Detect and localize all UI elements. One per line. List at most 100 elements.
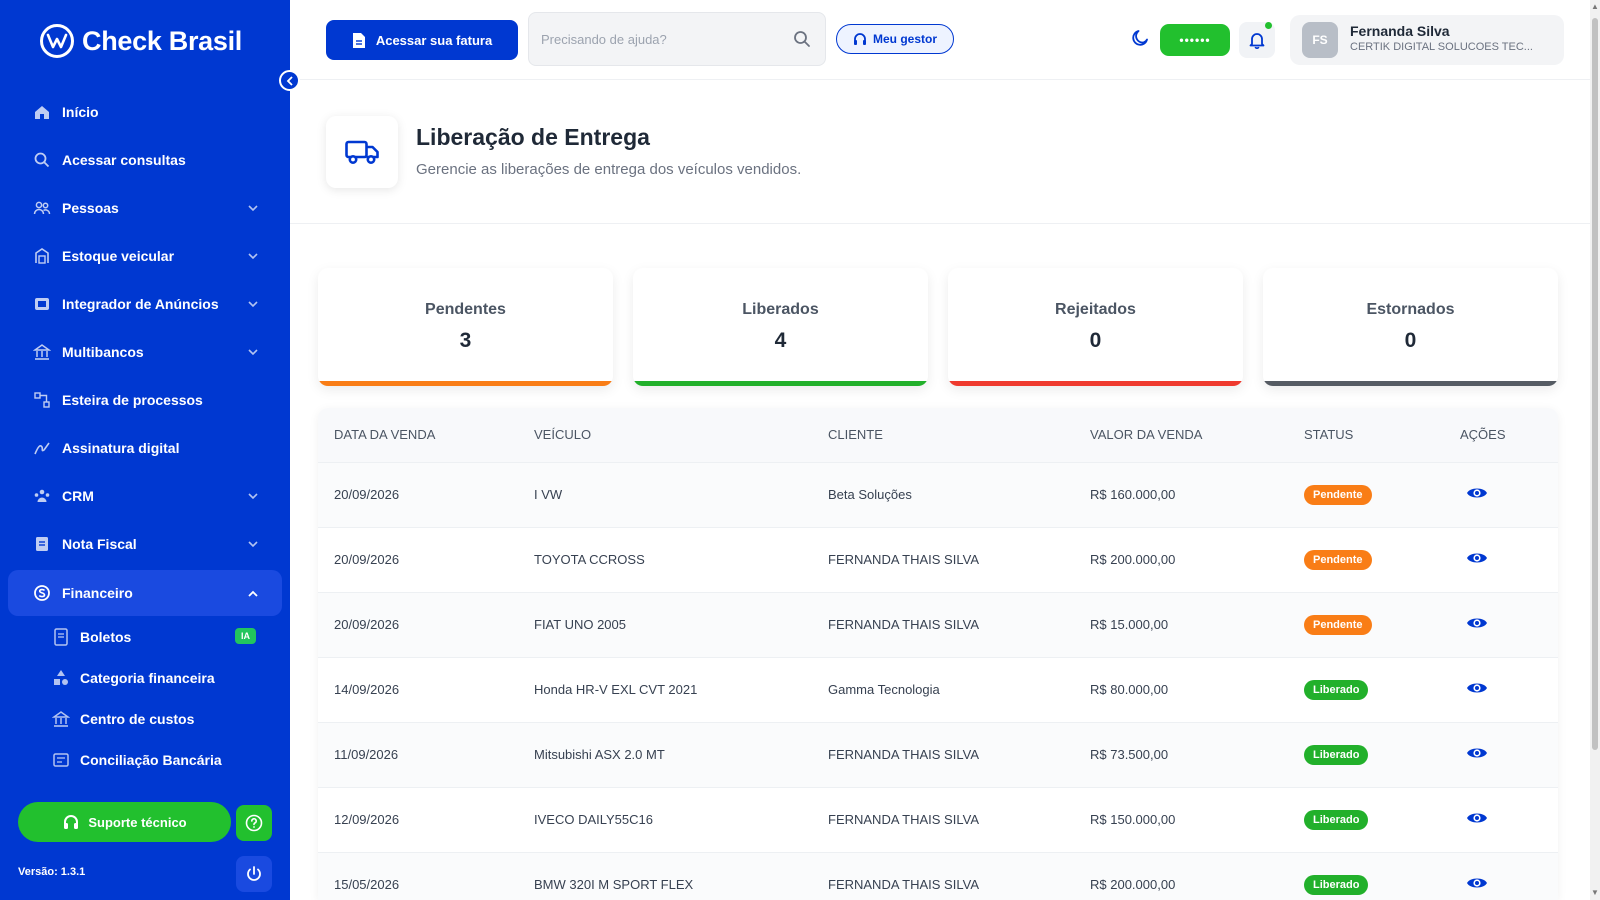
sidebar-item-nota-fiscal[interactable]: Nota Fiscal xyxy=(8,520,282,568)
sidebar-item-multibancos[interactable]: Multibancos xyxy=(8,328,282,376)
sidebar-item-esteira-de-processos[interactable]: Esteira de processos xyxy=(8,376,282,424)
sidebar-item-inicio[interactable]: Início xyxy=(8,88,282,136)
view-eye-icon[interactable] xyxy=(1466,745,1488,761)
sale-value-cell: R$ 160.000,00 xyxy=(1074,461,1288,527)
sidebar-item-crm[interactable]: CRM xyxy=(8,472,282,520)
sidebar-item-label: Nota Fiscal xyxy=(62,536,137,552)
chevron-down-icon[interactable] xyxy=(246,345,260,362)
chevron-down-icon[interactable] xyxy=(246,297,260,314)
access-invoice-label: Acessar sua fatura xyxy=(375,32,493,48)
view-eye-icon[interactable] xyxy=(1466,680,1488,696)
sale-value-cell: R$ 73.500,00 xyxy=(1074,721,1288,787)
logout-button[interactable] xyxy=(236,856,272,892)
sidebar-subitem-boletos[interactable]: Boletos IA xyxy=(52,616,282,657)
sidebar-item-label: Multibancos xyxy=(62,344,144,360)
scroll-down-arrow-icon[interactable]: ▼ xyxy=(1591,888,1599,897)
receipt-icon xyxy=(52,627,70,646)
brand[interactable]: Check Brasil xyxy=(40,24,242,58)
stat-card-estornados[interactable]: Estornados 0 xyxy=(1263,268,1558,386)
sidebar-item-assinatura-digital[interactable]: Assinatura digital xyxy=(8,424,282,472)
invoice-icon xyxy=(32,534,52,554)
access-invoice-button[interactable]: Acessar sua fatura xyxy=(326,20,518,60)
sidebar-collapse-button[interactable] xyxy=(279,70,300,91)
stat-value: 3 xyxy=(459,329,472,352)
support-label: Suporte técnico xyxy=(88,814,187,830)
search-icon xyxy=(32,150,52,170)
stat-value: 0 xyxy=(1089,329,1102,352)
user-menu[interactable]: FS Fernanda Silva CERTIK DIGITAL SOLUCOE… xyxy=(1290,15,1564,65)
scroll-up-arrow-icon[interactable]: ▲ xyxy=(1591,2,1599,11)
status-summary: Pendentes 3 Liberados 4 Rejeitados 0 Estornado… xyxy=(318,268,1558,388)
sidebar-item-acessar-consultas[interactable]: Acessar consultas xyxy=(8,136,282,184)
ai-badge: IA xyxy=(235,628,256,644)
stat-card-rejeitados[interactable]: Rejeitados 0 xyxy=(948,268,1243,386)
sidebar-subitem-centro-de-custos[interactable]: Centro de custos xyxy=(52,698,282,739)
power-icon xyxy=(247,866,261,881)
status-badge: Pendente xyxy=(1304,614,1372,635)
view-eye-icon[interactable] xyxy=(1466,810,1488,826)
sidebar-item-estoque-veicular[interactable]: Estoque veicular xyxy=(8,232,282,280)
my-manager-button[interactable]: Meu gestor xyxy=(836,24,954,54)
truck-icon xyxy=(326,116,398,188)
view-eye-icon[interactable] xyxy=(1466,550,1488,566)
scrollbar-thumb[interactable] xyxy=(1592,18,1598,750)
sidebar: Check Brasil Início Acessar consultas Pess… xyxy=(0,0,290,900)
column-header-data-da-venda: DATA DA VENDA xyxy=(318,408,518,462)
chevron-up-icon[interactable] xyxy=(246,587,260,604)
sidebar-item-label: Estoque veicular xyxy=(62,248,175,264)
chevron-down-icon[interactable] xyxy=(246,537,260,554)
financeiro-submenu: Boletos IA Categoria financeira Centro de c… xyxy=(8,616,282,780)
users-icon xyxy=(32,198,52,218)
actions-cell xyxy=(1444,786,1558,852)
notification-dot xyxy=(1265,22,1272,29)
vehicle-cell: I VW xyxy=(518,461,812,527)
sidebar-item-financeiro[interactable]: Financeiro xyxy=(8,570,282,616)
sale-date-cell: 14/09/2026 xyxy=(318,656,518,722)
sidebar-subitem-label: Centro de custos xyxy=(80,710,195,727)
table-row: 11/09/2026 Mitsubishi ASX 2.0 MT FERNANDA … xyxy=(318,721,1558,787)
stat-card-pendentes[interactable]: Pendentes 3 xyxy=(318,268,613,386)
chevron-down-icon[interactable] xyxy=(246,201,260,218)
brand-name: Check Brasil xyxy=(82,25,242,56)
actions-cell xyxy=(1444,591,1558,657)
bell-icon xyxy=(1249,33,1265,49)
sidebar-item-pessoas[interactable]: Pessoas xyxy=(8,184,282,232)
sidebar-subitem-categoria-financeira[interactable]: Categoria financeira xyxy=(52,657,282,698)
search-icon[interactable] xyxy=(793,30,811,48)
my-manager-label: Meu gestor xyxy=(872,32,937,46)
help-search-input[interactable] xyxy=(541,27,781,51)
dark-mode-toggle[interactable] xyxy=(1131,29,1149,52)
password-pill[interactable]: •••••• xyxy=(1160,24,1230,56)
sidebar-nav: Início Acessar consultas Pessoas Estoque ve… xyxy=(8,88,282,780)
finance-icon xyxy=(32,583,52,603)
view-eye-icon[interactable] xyxy=(1466,615,1488,631)
sale-date-cell: 12/09/2026 xyxy=(318,786,518,852)
sidebar-subitem-conciliacao-bancaria[interactable]: Conciliação Bancária xyxy=(52,739,282,780)
stat-card-liberados[interactable]: Liberados 4 xyxy=(633,268,928,386)
user-company: CERTIK DIGITAL SOLUCOES TEC... xyxy=(1350,41,1533,53)
page-scrollbar[interactable]: ▲ ▼ xyxy=(1590,0,1600,900)
notifications-button[interactable] xyxy=(1239,22,1275,58)
client-cell: Gamma Tecnologia xyxy=(812,656,1074,722)
chevron-down-icon[interactable] xyxy=(246,489,260,506)
document-icon xyxy=(352,32,365,48)
sidebar-item-label: Pessoas xyxy=(62,200,119,216)
view-eye-icon[interactable] xyxy=(1466,485,1488,501)
stat-label: Pendentes xyxy=(425,301,506,318)
brand-logo-icon xyxy=(40,24,74,58)
help-button[interactable] xyxy=(236,805,272,841)
status-cell: Pendente xyxy=(1288,461,1444,527)
help-search[interactable] xyxy=(528,12,826,66)
sidebar-item-integrador-de-anuncios[interactable]: Integrador de Anúncios xyxy=(8,280,282,328)
chevron-down-icon[interactable] xyxy=(246,249,260,266)
view-eye-icon[interactable] xyxy=(1466,875,1488,891)
sidebar-item-label: Início xyxy=(62,104,99,120)
status-badge: Liberado xyxy=(1304,874,1369,895)
actions-cell xyxy=(1444,461,1558,527)
app-version: Versão: 1.3.1 xyxy=(18,866,86,878)
support-button[interactable]: Suporte técnico xyxy=(18,802,231,842)
sidebar-subitem-label: Categoria financeira xyxy=(80,669,215,686)
signature-icon xyxy=(32,438,52,458)
actions-cell xyxy=(1444,526,1558,592)
avatar: FS xyxy=(1302,22,1338,58)
